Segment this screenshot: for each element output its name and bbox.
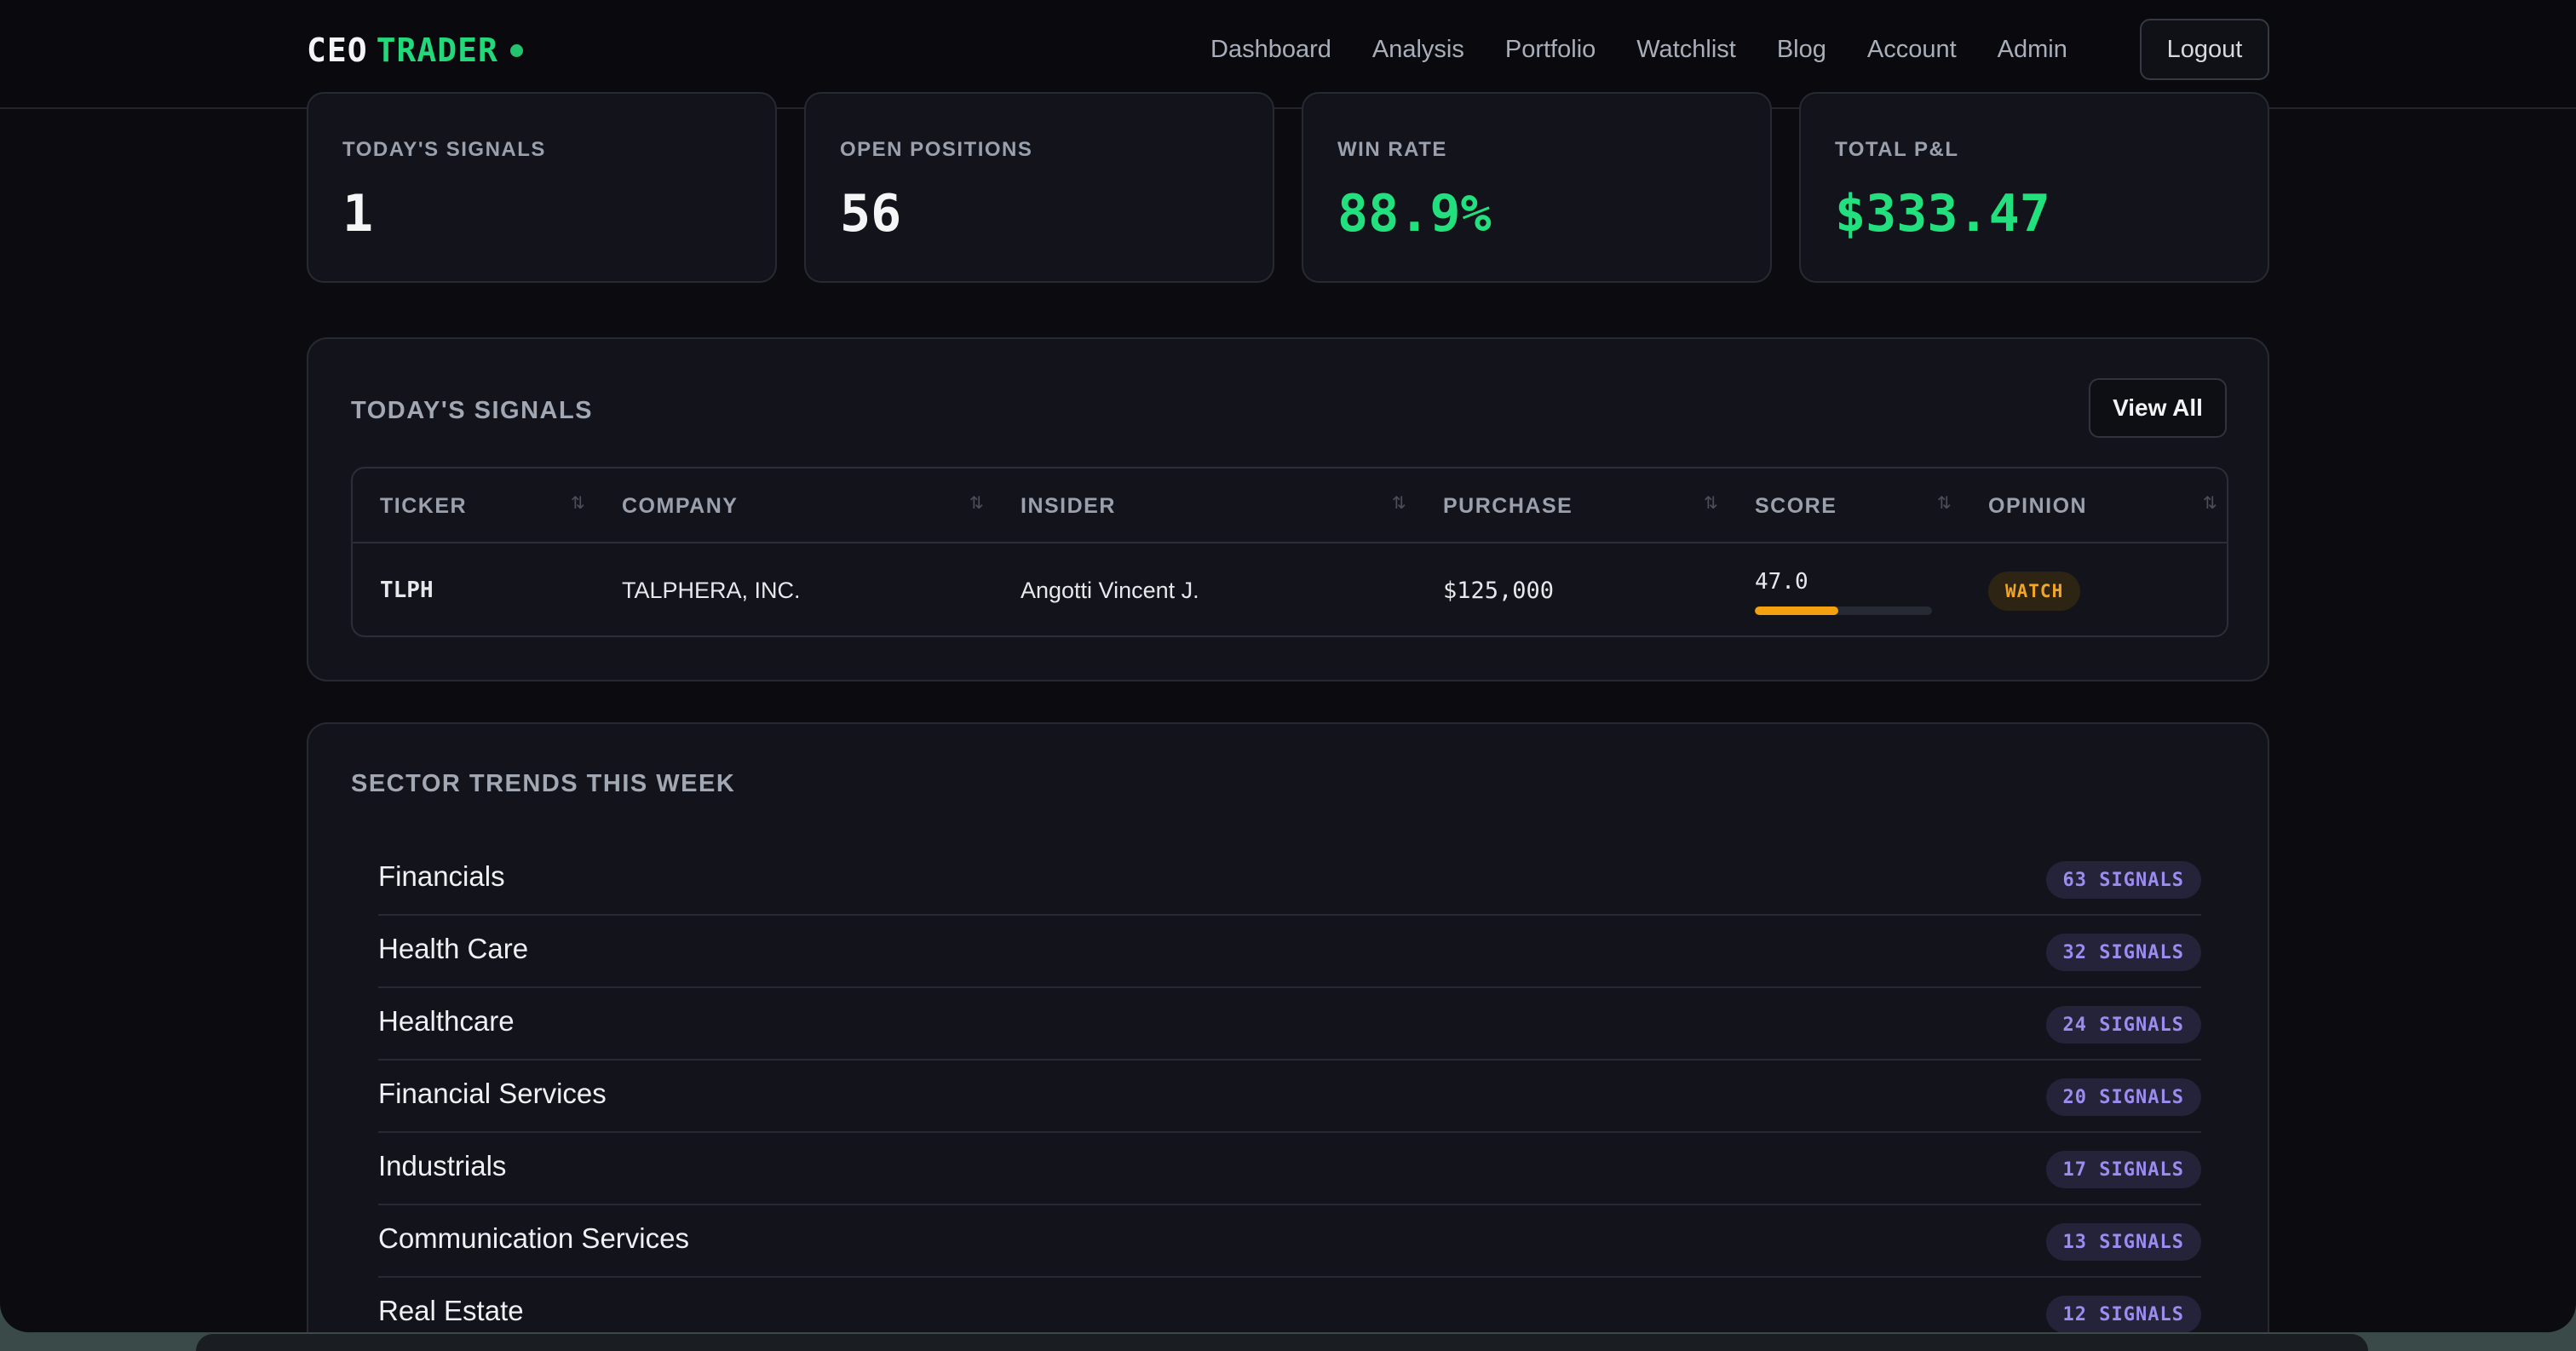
sector-name: Industrials [378, 1150, 507, 1181]
cell-insider: Angotti Vincent J. [1021, 577, 1199, 603]
score-bar [1755, 607, 1932, 615]
sector-name: Real Estate [378, 1295, 524, 1326]
sector-name: Communication Services [378, 1222, 689, 1254]
table-header: TICKER ⇅ COMPANY ⇅ INSIDER ⇅ PURCHASE ⇅ … [353, 469, 2227, 543]
stat-label: TOTAL P&L [1835, 138, 1959, 161]
sector-signal-count-badge: 12 SIGNALS [2045, 1296, 2201, 1332]
nav-watchlist[interactable]: Watchlist [1636, 36, 1736, 64]
sector-signal-count-badge: 63 SIGNALS [2045, 861, 2201, 899]
brand-logo[interactable]: CEO TRADER [307, 31, 523, 70]
stat-label: WIN RATE [1337, 138, 1447, 161]
sector-name: Healthcare [378, 1005, 515, 1037]
column-header-company[interactable]: COMPANY [622, 469, 738, 543]
stat-card-open-positions: OPEN POSITIONS 56 [804, 92, 1274, 283]
sort-icon[interactable]: ⇅ [1704, 492, 1718, 514]
stat-label: OPEN POSITIONS [840, 138, 1033, 161]
sector-signal-count-badge: 32 SIGNALS [2045, 934, 2201, 971]
nav-analysis[interactable]: Analysis [1372, 36, 1464, 64]
view-all-button[interactable]: View All [2089, 378, 2227, 438]
sort-icon[interactable]: ⇅ [1392, 492, 1406, 514]
sector-row[interactable]: Financial Services 20 SIGNALS [378, 1061, 2201, 1133]
stat-card-win-rate: WIN RATE 88.9% [1302, 92, 1772, 283]
nav-account[interactable]: Account [1867, 36, 1957, 64]
dock-bar [196, 1334, 2368, 1351]
logout-button[interactable]: Logout [2140, 19, 2269, 80]
sector-list: Financials 63 SIGNALS Health Care 32 SIGNAL… [378, 843, 2201, 1332]
sector-row[interactable]: Industrials 17 SIGNALS [378, 1133, 2201, 1205]
nav-portfolio[interactable]: Portfolio [1505, 36, 1596, 64]
score-bar-fill [1755, 607, 1838, 615]
sector-row[interactable]: Healthcare 24 SIGNALS [378, 988, 2201, 1061]
stat-value: 88.9% [1337, 184, 1492, 244]
sector-row[interactable]: Health Care 32 SIGNALS [378, 916, 2201, 988]
status-dot-icon [509, 43, 523, 57]
stat-value: 56 [840, 184, 902, 244]
sector-trends-panel: SECTOR TRENDS THIS WEEK Financials 63 SIG… [307, 722, 2269, 1332]
signals-table: TICKER ⇅ COMPANY ⇅ INSIDER ⇅ PURCHASE ⇅ … [351, 467, 2228, 637]
opinion-badge: WATCH [1988, 572, 2081, 611]
stat-value: 1 [342, 184, 374, 244]
sector-signal-count-badge: 20 SIGNALS [2045, 1078, 2201, 1116]
sector-row[interactable]: Communication Services 13 SIGNALS [378, 1205, 2201, 1278]
panel-title: TODAY'S SIGNALS [351, 397, 594, 424]
sector-name: Health Care [378, 933, 529, 964]
sort-icon[interactable]: ⇅ [2203, 492, 2217, 514]
column-header-score[interactable]: SCORE [1755, 469, 1837, 543]
sector-name: Financials [378, 860, 505, 892]
sector-signal-count-badge: 24 SIGNALS [2045, 1006, 2201, 1043]
sector-row[interactable]: Real Estate 12 SIGNALS [378, 1278, 2201, 1332]
stat-card-total-pnl: TOTAL P&L $333.47 [1799, 92, 2269, 283]
sector-signal-count-badge: 13 SIGNALS [2045, 1223, 2201, 1261]
nav-dashboard[interactable]: Dashboard [1210, 36, 1331, 64]
stat-card-todays-signals: TODAY'S SIGNALS 1 [307, 92, 777, 283]
stat-label: TODAY'S SIGNALS [342, 138, 546, 161]
sort-icon[interactable]: ⇅ [1937, 492, 1952, 514]
score-value: 47.0 [1755, 569, 1808, 595]
todays-signals-panel: TODAY'S SIGNALS View All TICKER ⇅ COMPAN… [307, 337, 2269, 681]
stat-value: $333.47 [1835, 184, 2050, 244]
column-header-ticker[interactable]: TICKER [380, 469, 467, 543]
sort-icon[interactable]: ⇅ [969, 492, 984, 514]
sector-row[interactable]: Financials 63 SIGNALS [378, 843, 2201, 916]
column-header-purchase[interactable]: PURCHASE [1443, 469, 1573, 543]
brand-part-trader: TRADER [376, 32, 498, 69]
sort-icon[interactable]: ⇅ [571, 492, 585, 514]
cell-purchase: $125,000 [1443, 577, 1555, 604]
cell-ticker[interactable]: TLPH [380, 543, 434, 635]
panel-title: SECTOR TRENDS THIS WEEK [351, 770, 736, 797]
column-header-opinion[interactable]: OPINION [1988, 469, 2087, 543]
sector-name: Financial Services [378, 1078, 607, 1109]
app-window: CEO TRADER Dashboard Analysis Portfolio … [0, 0, 2576, 1332]
brand-part-ceo: CEO [307, 32, 368, 69]
cell-score: 47.0 [1755, 569, 1932, 615]
cell-company: TALPHERA, INC. [622, 577, 801, 603]
sector-signal-count-badge: 17 SIGNALS [2045, 1151, 2201, 1188]
column-header-insider[interactable]: INSIDER [1021, 469, 1116, 543]
nav-admin[interactable]: Admin [1998, 36, 2067, 64]
nav-blog[interactable]: Blog [1777, 36, 1826, 64]
